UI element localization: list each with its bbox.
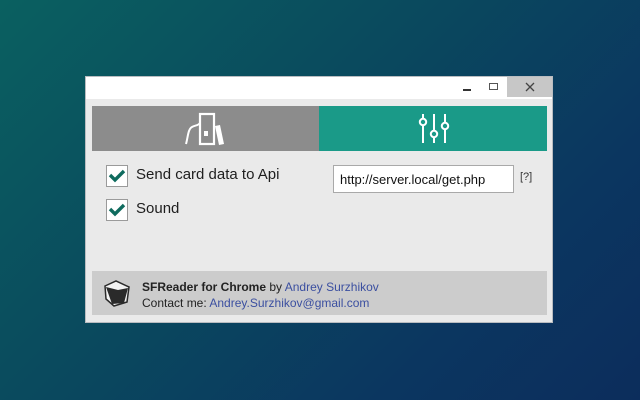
settings-panel: Send card data to Api Sound [?]: [92, 151, 547, 271]
send-card-data-checkbox[interactable]: [106, 165, 128, 187]
app-name: SFReader for Chrome: [142, 280, 267, 294]
email-link[interactable]: Andrey.Surzhikov@gmail.com: [209, 296, 369, 310]
contact-label: Contact me:: [142, 296, 207, 310]
tab-device[interactable]: [92, 106, 319, 151]
title-bar: [86, 77, 552, 99]
close-button[interactable]: [507, 77, 552, 97]
close-icon: [525, 82, 535, 92]
app-window: Send card data to Api Sound [?] SFReader…: [85, 76, 553, 323]
card-reader-icon: [185, 112, 224, 146]
checkmark-icon: [108, 169, 126, 183]
api-url-input[interactable]: [333, 165, 514, 193]
maximize-button[interactable]: [482, 77, 506, 97]
maximize-icon: [489, 83, 498, 90]
sfreader-logo-icon: [104, 280, 130, 307]
tab-bar: [92, 106, 547, 151]
by-text: by: [269, 280, 283, 294]
checkmark-icon: [108, 203, 126, 217]
send-card-data-label: Send card data to Api: [136, 166, 280, 183]
help-link[interactable]: [?]: [520, 171, 532, 183]
sliders-icon: [418, 114, 450, 143]
footer-credits: SFReader for Chrome by Andrey Surzhikov: [142, 280, 379, 294]
minimize-icon: [463, 89, 471, 91]
sound-label: Sound: [136, 200, 180, 217]
minimize-button[interactable]: [455, 77, 479, 97]
footer: SFReader for Chrome by Andrey Surzhikov …: [92, 271, 547, 315]
author-link[interactable]: Andrey Surzhikov: [285, 280, 379, 294]
footer-contact: Contact me: Andrey.Surzhikov@gmail.com: [142, 296, 369, 310]
sound-checkbox[interactable]: [106, 199, 128, 221]
tab-settings[interactable]: [319, 106, 547, 151]
